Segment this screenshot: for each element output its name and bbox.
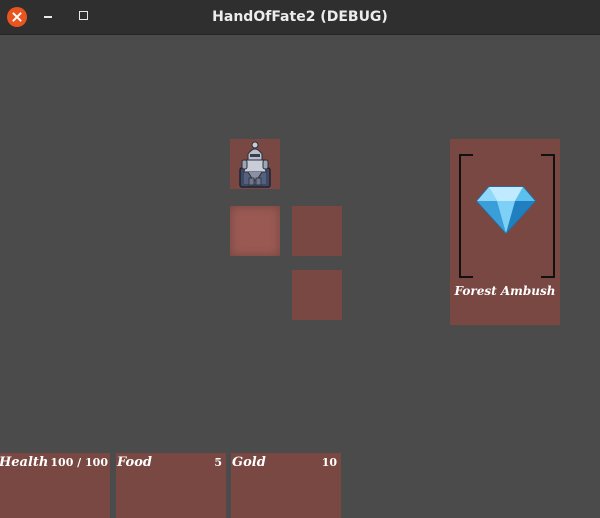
map-tile[interactable] — [292, 270, 342, 320]
gold-label: Gold — [232, 455, 266, 470]
gold-value: 10 — [321, 456, 337, 469]
food-value: 5 — [214, 456, 222, 469]
map-tile[interactable] — [292, 206, 342, 256]
health-label: Health — [0, 455, 49, 470]
window-titlebar: HandOfFate2 (DEBUG) — [0, 0, 600, 35]
map-tile-current[interactable] — [230, 206, 280, 256]
map-tile-player[interactable] — [230, 139, 280, 189]
health-panel: Health 100 / 100 — [0, 453, 110, 518]
window-title: HandOfFate2 (DEBUG) — [212, 9, 388, 25]
card-bracket-right — [541, 154, 555, 278]
card-bracket-left — [459, 154, 473, 278]
food-panel: Food 5 — [116, 453, 226, 518]
card-title: Forest Ambush — [454, 284, 556, 298]
diamond-icon — [476, 186, 536, 235]
encounter-card[interactable]: Forest Ambush — [450, 139, 560, 325]
health-value: 100 / 100 — [50, 456, 108, 469]
gold-panel: Gold 10 — [231, 453, 341, 518]
knight-icon — [239, 141, 271, 188]
food-label: Food — [117, 455, 152, 470]
